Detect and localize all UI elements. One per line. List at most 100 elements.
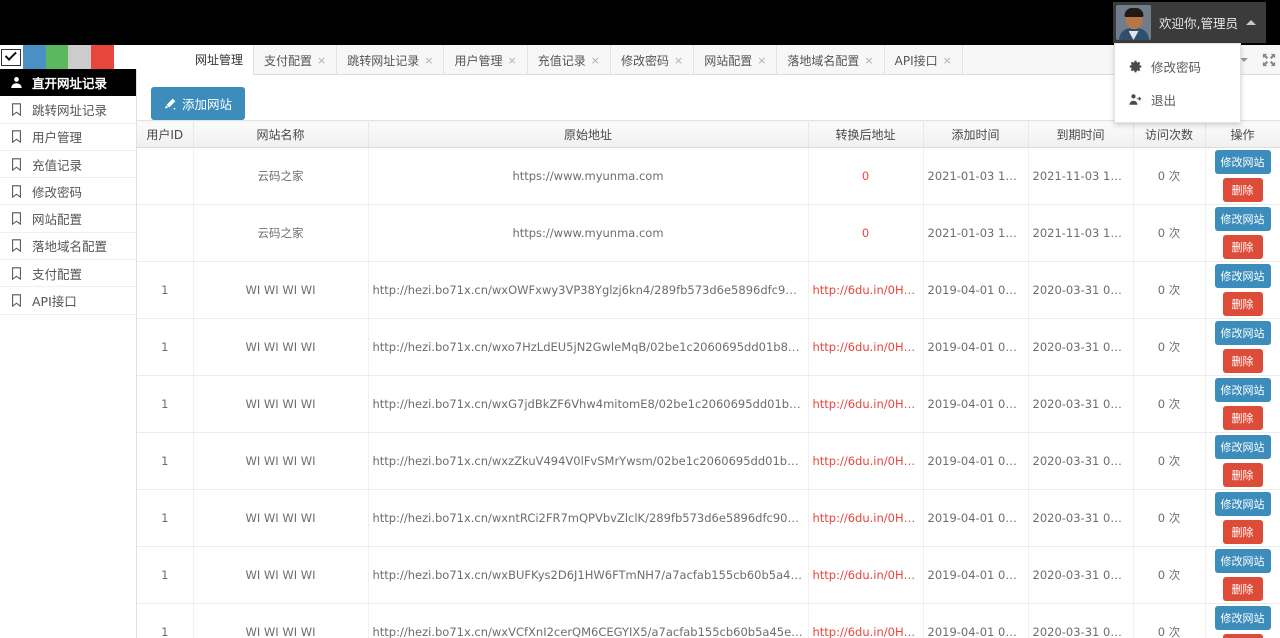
cell-short[interactable]: http://6du.in/0H5M_yb xyxy=(808,318,924,376)
tab-label: 修改密码 xyxy=(620,53,669,68)
cell-uid: 1 xyxy=(137,318,194,376)
delete-website-button[interactable]: 删除 xyxy=(1222,235,1263,259)
cell-uid xyxy=(137,147,194,205)
swatch-green[interactable] xyxy=(45,45,69,69)
edit-website-button[interactable]: 修改网站 xyxy=(1214,492,1271,516)
delete-website-button[interactable]: 删除 xyxy=(1222,577,1263,601)
cell-visits: 0 次 xyxy=(1133,204,1206,262)
cell-short[interactable]: http://6du.in/0H5M_w0 xyxy=(808,546,924,604)
menu-item-change-password[interactable]: 修改密码 xyxy=(1115,50,1240,83)
tab-1[interactable]: 网址管理 xyxy=(137,45,255,75)
delete-website-button[interactable]: 删除 xyxy=(1222,406,1263,430)
tab-label: 充值记录 xyxy=(537,53,586,68)
tab-label: API接口 xyxy=(894,53,938,68)
cell-name: WI WI WI WI xyxy=(193,261,369,319)
tab-5[interactable]: 充值记录 × xyxy=(528,45,611,75)
user-menu-button[interactable]: 欢迎你,管理员 xyxy=(1113,2,1266,43)
table-row: 1 WI WI WI WI http://hezi.bo71x.cn/wxVCfXn… xyxy=(137,603,1280,638)
cell-uid: 1 xyxy=(137,546,194,604)
cell-uid xyxy=(137,204,194,262)
tab-list: 网址管理 支付配置 × 跳转网址记录 × 用户管理 × 充值记录 × 修改密码 × 网站配置 × 落地域名… xyxy=(137,45,963,75)
col-header-4: 转换后地址 xyxy=(808,120,924,148)
close-icon[interactable]: × xyxy=(757,54,766,67)
cell-name: WI WI WI WI xyxy=(193,603,369,638)
tab-8[interactable]: 落地域名配置 × xyxy=(777,45,885,75)
tab-6[interactable]: 修改密码 × xyxy=(611,45,695,75)
cell-short[interactable]: http://6du.in/0H5M_Ao xyxy=(808,489,924,547)
bookmark-icon xyxy=(10,239,23,253)
delete-website-button[interactable]: 删除 xyxy=(1222,349,1263,373)
cell-expires: 2020-03-31 02:10:26 xyxy=(1028,546,1134,604)
checkbox-swatch[interactable] xyxy=(0,45,23,69)
tab-2[interactable]: 支付配置 × xyxy=(254,45,338,75)
cell-short[interactable]: http://6du.in/0H5M_B9 xyxy=(808,261,924,319)
close-icon[interactable]: × xyxy=(943,54,952,67)
swatch-gray[interactable] xyxy=(68,45,92,69)
swatch-blue[interactable] xyxy=(22,45,46,69)
cell-name: WI WI WI WI xyxy=(193,318,369,376)
menu-item-logout[interactable]: 退出 xyxy=(1115,83,1240,116)
sidebar-item-8[interactable]: 支付配置 xyxy=(0,260,136,288)
table-body: 云码之家 https://www.myunma.com 0 2021-01-03 17… xyxy=(137,147,1280,638)
cell-expires: 2021-11-03 17:25:50 xyxy=(1028,204,1134,262)
app-root: 欢迎你,管理员 修改密码 退出 直开网址记录 跳转网址记录 用户管理 充值记录 … xyxy=(0,0,1280,638)
add-website-button[interactable]: 添加网站 xyxy=(151,87,246,120)
swatch-red[interactable] xyxy=(91,45,115,69)
cell-short[interactable]: http://6du.in/0H5M_wJ xyxy=(808,603,924,638)
cell-actions: 修改网站删除 xyxy=(1205,603,1280,638)
swatch-white[interactable] xyxy=(114,45,137,69)
cell-short[interactable]: http://6du.in/0H5M_yW xyxy=(808,375,924,433)
delete-website-button[interactable]: 删除 xyxy=(1222,520,1263,544)
delete-website-button[interactable]: 删除 xyxy=(1222,292,1263,316)
edit-website-button[interactable]: 修改网站 xyxy=(1214,321,1271,345)
edit-website-button[interactable]: 修改网站 xyxy=(1214,264,1271,288)
cell-actions: 修改网站删除 xyxy=(1205,204,1280,262)
cell-added: 2019-04-01 02:10:27 xyxy=(923,318,1029,376)
cell-expires: 2020-03-31 02:10:27 xyxy=(1028,375,1134,433)
sidebar-item-2[interactable]: 跳转网址记录 xyxy=(0,96,136,124)
edit-website-button[interactable]: 修改网站 xyxy=(1214,207,1271,231)
edit-website-button[interactable]: 修改网站 xyxy=(1214,150,1271,174)
close-icon[interactable]: × xyxy=(317,54,326,67)
close-icon[interactable]: × xyxy=(864,54,873,67)
close-icon[interactable]: × xyxy=(591,54,600,67)
sidebar-item-4[interactable]: 充值记录 xyxy=(0,151,136,179)
tab-7[interactable]: 网站配置 × xyxy=(694,45,778,75)
tab-4[interactable]: 用户管理 × xyxy=(444,45,528,75)
sidebar-item-9[interactable]: API接口 xyxy=(0,287,136,315)
delete-website-button[interactable]: 删除 xyxy=(1222,634,1263,638)
cell-uid: 1 xyxy=(137,603,194,638)
add-website-label: 添加网站 xyxy=(182,98,233,112)
edit-website-button[interactable]: 修改网站 xyxy=(1214,378,1271,402)
cell-actions: 修改网站删除 xyxy=(1205,261,1280,319)
menu-item-label: 修改密码 xyxy=(1151,60,1202,75)
bookmark-icon xyxy=(10,267,23,280)
cell-orig: http://hezi.bo71x.cn/wxntRCi2FR7mQPVbvZl… xyxy=(368,489,809,547)
sidebar-item-3[interactable]: 用户管理 xyxy=(0,124,136,151)
cell-visits: 0 次 xyxy=(1133,603,1206,638)
cell-short[interactable]: http://6du.in/0H5M_zF xyxy=(808,432,924,490)
col-header-2: 网站名称 xyxy=(193,120,369,148)
table-row: 1 WI WI WI WI http://hezi.bo71x.cn/wxntRCi… xyxy=(137,489,1280,547)
sidebar-item-6[interactable]: 网站配置 xyxy=(0,205,136,233)
tab-label: 用户管理 xyxy=(454,53,503,68)
bookmark-icon xyxy=(10,294,23,308)
sidebar-item-7[interactable]: 落地域名配置 xyxy=(0,233,136,261)
close-icon[interactable]: × xyxy=(424,54,433,67)
close-icon[interactable]: × xyxy=(508,54,517,67)
sidebar-item-5[interactable]: 修改密码 xyxy=(0,178,136,206)
edit-website-button[interactable]: 修改网站 xyxy=(1214,606,1271,630)
cell-short[interactable]: 0 xyxy=(808,204,924,262)
table-row: 1 WI WI WI WI http://hezi.bo71x.cn/wxG7jdB… xyxy=(137,375,1280,433)
sidebar-item-label: 落地域名配置 xyxy=(32,239,108,255)
edit-website-button[interactable]: 修改网站 xyxy=(1214,435,1271,459)
cell-short[interactable]: 0 xyxy=(808,147,924,205)
delete-website-button[interactable]: 删除 xyxy=(1222,178,1263,202)
tab-9[interactable]: API接口 × xyxy=(885,45,963,75)
sidebar-item-1[interactable]: 直开网址记录 xyxy=(0,69,136,97)
delete-website-button[interactable]: 删除 xyxy=(1222,463,1263,487)
close-icon[interactable]: × xyxy=(674,54,683,67)
edit-website-button[interactable]: 修改网站 xyxy=(1214,549,1271,573)
tab-3[interactable]: 跳转网址记录 × xyxy=(337,45,445,75)
fullscreen-icon[interactable] xyxy=(1262,53,1276,67)
